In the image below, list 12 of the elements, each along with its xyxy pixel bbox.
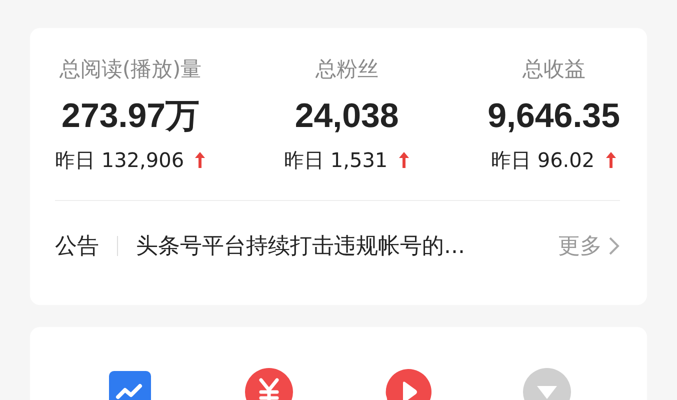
chevron-right-icon (608, 236, 620, 256)
stat-value: 9,646.35 (488, 96, 620, 137)
stat-label: 总粉丝 (315, 56, 378, 83)
notice-label: 公告 (55, 233, 99, 261)
stat-value: 24,038 (294, 96, 399, 137)
yesterday-value: 昨日 132,906 (55, 147, 184, 174)
yesterday-value: 昨日 1,531 (284, 147, 388, 174)
stat-value: 273.97万 (62, 96, 200, 137)
notice-text[interactable]: 头条号平台持续打击违规帐号的... (136, 231, 558, 261)
stat-label: 总阅读(播放)量 (59, 56, 202, 83)
stat-label: 总收益 (522, 56, 586, 83)
yesterday-value: 昨日 96.02 (490, 147, 595, 174)
